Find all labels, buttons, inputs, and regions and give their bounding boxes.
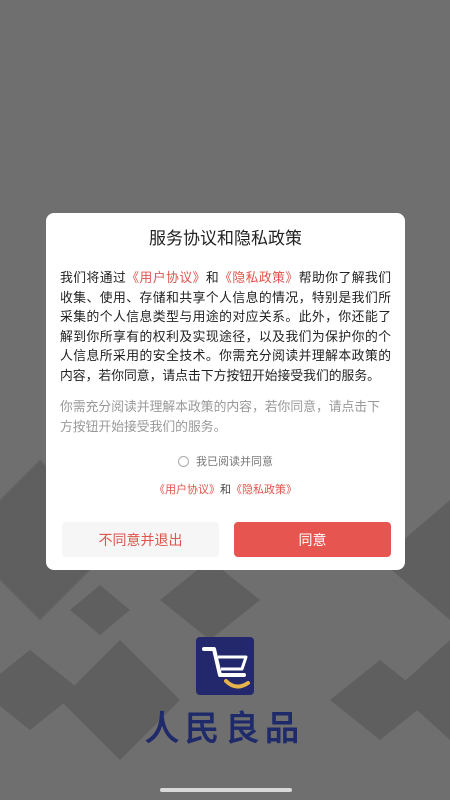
user-agreement-link-bottom[interactable]: 《用户协议》 bbox=[154, 483, 220, 496]
home-indicator[interactable] bbox=[160, 788, 292, 792]
user-agreement-link[interactable]: 《用户协议》 bbox=[126, 271, 206, 286]
dialog-buttons: 不同意并退出 同意 bbox=[62, 522, 391, 557]
privacy-policy-link-bottom[interactable]: 《隐私政策》 bbox=[231, 483, 297, 496]
body-text-part: 我们将通过 bbox=[60, 271, 127, 286]
body-text-part: 帮助你了解我们收集、使用、存储和共享个人信息的情况，特别是我们所采集的个人信息类… bbox=[60, 271, 392, 384]
dialog-title: 服务协议和隐私政策 bbox=[149, 229, 302, 249]
dialog-body-text: 我们将通过《用户协议》和《隐私政策》帮助你了解我们收集、使用、存储和共享个人信息… bbox=[60, 269, 391, 386]
consent-label: 我已阅读并同意 bbox=[196, 455, 273, 468]
privacy-policy-link[interactable]: 《隐私政策》 bbox=[219, 271, 299, 286]
privacy-dialog: 服务协议和隐私政策 我们将通过《用户协议》和《隐私政策》帮助你了解我们收集、使用… bbox=[46, 213, 405, 570]
policy-links: 《用户协议》和《隐私政策》 bbox=[60, 481, 391, 497]
links-and: 和 bbox=[220, 483, 231, 496]
agree-button[interactable]: 同意 bbox=[234, 522, 391, 557]
radio-icon[interactable] bbox=[178, 455, 189, 467]
body-text-part: 和 bbox=[205, 271, 220, 286]
cart-logo-icon bbox=[196, 637, 254, 695]
brand-area: 人民良品 bbox=[0, 635, 450, 750]
disagree-exit-button[interactable]: 不同意并退出 bbox=[62, 522, 219, 557]
brand-name: 人民良品 bbox=[145, 709, 305, 749]
consent-checkbox[interactable]: 我已阅读并同意 bbox=[60, 453, 391, 469]
dialog-note: 你需充分阅读并理解本政策的内容，若你同意，请点击下方按钮开始接受我们的服务。 bbox=[60, 400, 380, 435]
